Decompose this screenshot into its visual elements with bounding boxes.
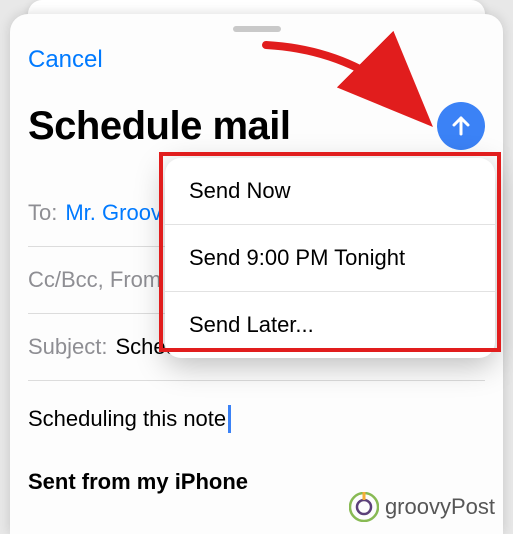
send-now-option[interactable]: Send Now	[165, 158, 495, 224]
sheet-grabber[interactable]	[233, 26, 281, 32]
body-text-area[interactable]: Scheduling this note	[28, 381, 485, 441]
to-label: To:	[28, 200, 57, 226]
send-schedule-popup: Send Now Send 9:00 PM Tonight Send Later…	[165, 158, 495, 358]
subject-label: Subject:	[28, 334, 108, 360]
send-tonight-option[interactable]: Send 9:00 PM Tonight	[165, 224, 495, 291]
send-button[interactable]	[437, 102, 485, 150]
body-content: Scheduling this note	[28, 406, 226, 432]
page-title: Schedule mail	[28, 104, 290, 149]
watermark-logo-icon	[349, 492, 379, 522]
cancel-button[interactable]: Cancel	[28, 40, 485, 102]
watermark: groovyPost	[349, 492, 495, 522]
send-later-option[interactable]: Send Later...	[165, 291, 495, 358]
watermark-text: groovyPost	[385, 494, 495, 520]
text-cursor	[228, 405, 231, 433]
arrow-up-icon	[449, 114, 473, 138]
to-recipient[interactable]: Mr. Groov	[65, 200, 162, 226]
cc-label: Cc/Bcc, From	[28, 267, 161, 293]
